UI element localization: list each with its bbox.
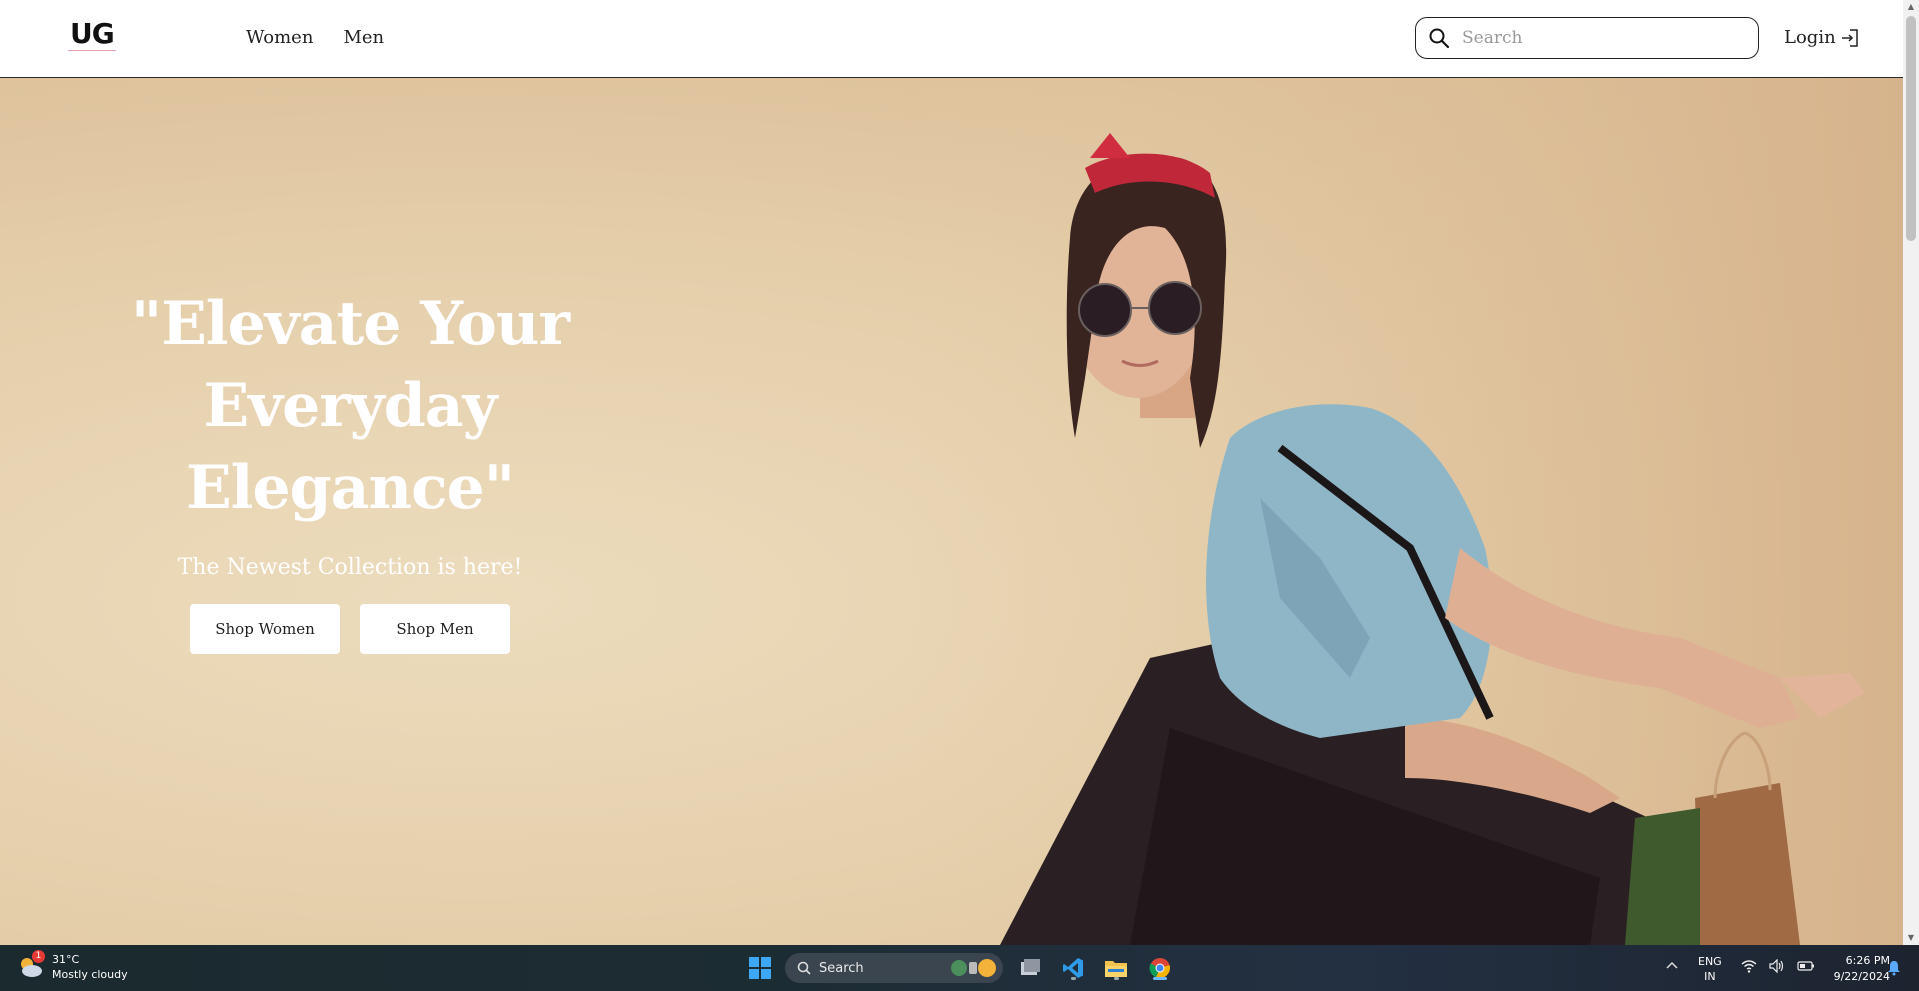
login-icon — [1841, 28, 1858, 47]
page-scrollbar[interactable]: ▲ ▼ — [1903, 0, 1919, 945]
language-line2: IN — [1704, 970, 1716, 983]
chrome-active-indicator — [1153, 977, 1167, 980]
hero-content: "Elevate Your Everyday Elegance" The New… — [130, 283, 570, 654]
clock-time: 6:26 PM — [1845, 954, 1890, 967]
shop-women-button[interactable]: Shop Women — [190, 604, 340, 654]
notification-bell-icon[interactable] — [1887, 960, 1901, 976]
file-explorer-icon[interactable] — [1101, 953, 1131, 983]
windows-taskbar: 1 31°C Mostly cloudy Search ENG IN 6:26 … — [0, 945, 1919, 991]
scroll-down-arrow-icon[interactable]: ▼ — [1903, 931, 1919, 945]
taskbar-search-label: Search — [819, 960, 864, 976]
weather-badge: 1 — [32, 950, 45, 963]
nav-link-women[interactable]: Women — [246, 27, 313, 48]
search-icon — [1429, 28, 1450, 49]
hero-title: "Elevate Your Everyday Elegance" — [130, 289, 570, 523]
language-line1: ENG — [1698, 955, 1722, 968]
main-nav: Women Men — [246, 27, 384, 48]
weather-temp: 31°C — [52, 953, 80, 966]
task-view-icon[interactable] — [1015, 953, 1045, 983]
login-label: Login — [1784, 27, 1836, 48]
brand-logo[interactable]: UG — [68, 18, 116, 51]
nav-link-men[interactable]: Men — [343, 27, 384, 48]
search-box[interactable] — [1415, 17, 1759, 59]
system-clock[interactable]: 6:26 PM 9/22/2024 — [1812, 953, 1890, 985]
system-tray[interactable] — [1741, 959, 1815, 973]
volume-icon — [1769, 959, 1784, 973]
search-input[interactable] — [1460, 27, 1744, 49]
navbar: UG Women Men Login — [0, 0, 1903, 78]
clock-date: 9/22/2024 — [1833, 970, 1890, 983]
vscode-icon[interactable] — [1058, 953, 1088, 983]
vscode-running-indicator — [1071, 977, 1076, 980]
taskbar-search-icon — [797, 961, 811, 975]
taskbar-search[interactable]: Search — [785, 953, 1003, 983]
explorer-running-indicator — [1114, 977, 1119, 980]
search-highlight-icon — [951, 959, 996, 977]
scroll-up-arrow-icon[interactable]: ▲ — [1903, 0, 1919, 14]
hero-model-photo — [900, 78, 1903, 945]
hero-banner: "Elevate Your Everyday Elegance" The New… — [0, 78, 1903, 945]
windows-start-icon[interactable] — [745, 953, 775, 983]
hero-subtitle: The Newest Collection is here! — [177, 555, 523, 580]
wifi-icon — [1741, 960, 1757, 973]
hero-buttons: Shop Women Shop Men — [130, 604, 570, 654]
weather-widget[interactable]: 1 31°C Mostly cloudy — [16, 950, 128, 982]
weather-condition: Mostly cloudy — [52, 968, 128, 981]
language-indicator[interactable]: ENG IN — [1698, 954, 1722, 984]
scrollbar-thumb[interactable] — [1906, 16, 1916, 241]
shop-men-button[interactable]: Shop Men — [360, 604, 510, 654]
login-link[interactable]: Login — [1784, 27, 1860, 48]
chevron-up-icon[interactable] — [1665, 959, 1679, 973]
chrome-icon[interactable] — [1145, 953, 1175, 983]
weather-text: 31°C Mostly cloudy — [52, 952, 128, 982]
